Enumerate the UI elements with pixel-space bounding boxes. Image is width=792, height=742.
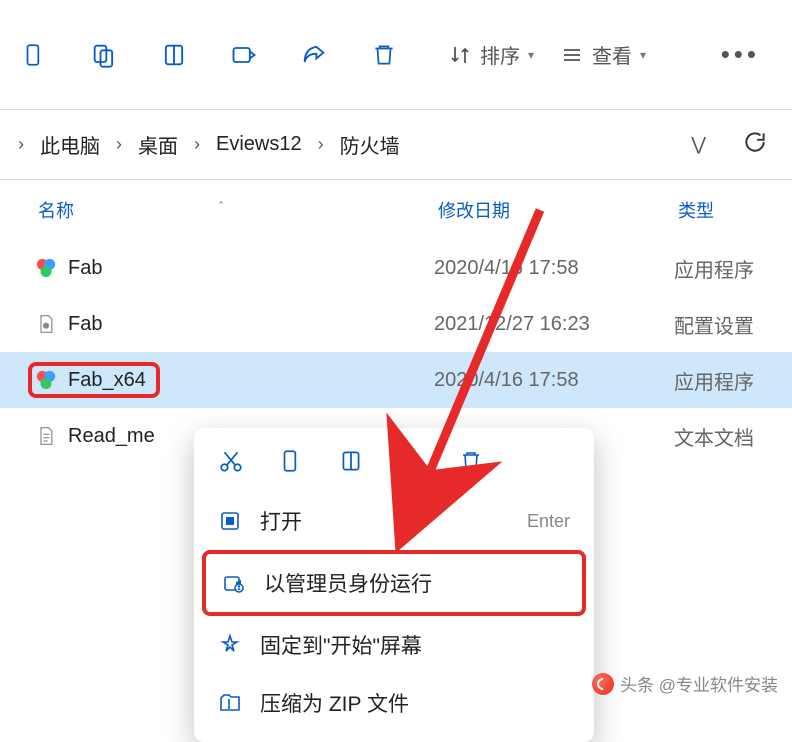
more-button[interactable]: ••• (721, 39, 780, 70)
file-name: Read_me (68, 425, 155, 448)
menu-hint: Enter (527, 511, 570, 532)
app-icon (34, 256, 58, 280)
context-menu-toolbar (202, 436, 586, 492)
crumb-0[interactable]: 此电脑 (40, 130, 100, 159)
highlight-selected-file: Fab_x64 (28, 362, 160, 398)
file-date: 2020/4/16 17:58 (434, 257, 674, 280)
menu-label: 压缩为 ZIP 文件 (260, 688, 570, 718)
chevron-right-icon: › (188, 134, 206, 155)
crumb-3[interactable]: 防火墙 (340, 130, 400, 159)
toolbar: 排序 ▾ 查看 ▾ ••• (0, 0, 792, 110)
file-row[interactable]: Fab 2021/12/27 16:23 配置设置 (0, 296, 792, 352)
watermark-logo-icon (592, 673, 614, 695)
copy-icon[interactable] (276, 446, 306, 476)
col-type[interactable]: 类型 (678, 197, 780, 223)
crumb-1[interactable]: 桌面 (138, 130, 178, 159)
address-dropdown[interactable]: ⋁ (691, 134, 706, 155)
rename-button[interactable] (222, 33, 266, 77)
view-dropdown[interactable]: 查看 ▾ (560, 40, 646, 69)
menu-item-open[interactable]: 打开 Enter (202, 492, 586, 550)
delete-icon[interactable] (456, 446, 486, 476)
sort-dropdown[interactable]: 排序 ▾ (448, 40, 534, 69)
config-file-icon (34, 312, 58, 336)
share-icon[interactable] (396, 446, 426, 476)
file-name: Fab (68, 257, 102, 280)
app-icon (34, 368, 58, 392)
view-label: 查看 (592, 40, 632, 69)
menu-item-pin-to-start[interactable]: 固定到"开始"屏幕 (202, 616, 586, 674)
file-type: 应用程序 (674, 254, 780, 283)
copy-button[interactable] (82, 33, 126, 77)
text-file-icon (34, 424, 58, 448)
file-date: 2021/12/27 16:23 (434, 313, 674, 336)
col-name[interactable]: 名称 (38, 197, 74, 223)
menu-item-run-as-admin[interactable]: 以管理员身份运行 (202, 550, 586, 616)
file-date: 2020/4/16 17:58 (434, 369, 674, 392)
delete-button[interactable] (362, 33, 406, 77)
context-menu: 打开 Enter 以管理员身份运行 固定到"开始"屏幕 压缩为 ZIP 文件 (194, 428, 594, 742)
share-button[interactable] (292, 33, 336, 77)
paste-button[interactable] (152, 33, 196, 77)
crumb-2[interactable]: Eviews12 (216, 133, 302, 156)
cut-button[interactable] (12, 33, 56, 77)
file-type: 应用程序 (674, 366, 780, 395)
menu-label: 打开 (260, 506, 509, 536)
sort-indicator-icon: ＾ (214, 200, 228, 220)
watermark: 头条 @专业软件安装 (592, 671, 778, 696)
refresh-button[interactable] (742, 129, 768, 160)
file-name: Fab (68, 313, 102, 336)
chevron-right-icon: › (312, 134, 330, 155)
menu-label: 固定到"开始"屏幕 (260, 630, 570, 660)
watermark-text: 头条 @专业软件安装 (620, 671, 778, 696)
menu-label: 以管理员身份运行 (264, 568, 566, 598)
file-row[interactable]: Fab_x64 2020/4/16 17:58 应用程序 (0, 352, 792, 408)
column-headers: 名称 ＾ 修改日期 类型 (0, 180, 792, 240)
breadcrumb: › 此电脑 › 桌面 › Eviews12 › 防火墙 ⋁ (0, 110, 792, 180)
file-name: Fab_x64 (68, 369, 146, 392)
col-date[interactable]: 修改日期 (438, 197, 678, 223)
file-type: 文本文档 (674, 422, 780, 451)
file-row[interactable]: Fab 2020/4/16 17:58 应用程序 (0, 240, 792, 296)
cut-icon[interactable] (216, 446, 246, 476)
file-type: 配置设置 (674, 310, 780, 339)
chevron-right-icon: › (12, 134, 30, 155)
chevron-right-icon: › (110, 134, 128, 155)
rename-icon[interactable] (336, 446, 366, 476)
sort-label: 排序 (480, 40, 520, 69)
menu-item-compress-zip[interactable]: 压缩为 ZIP 文件 (202, 674, 586, 732)
